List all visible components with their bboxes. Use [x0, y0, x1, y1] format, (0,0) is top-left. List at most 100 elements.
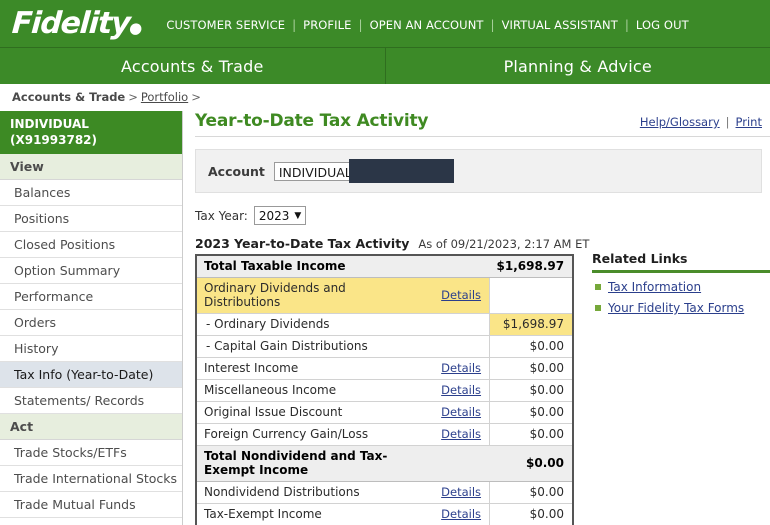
sidebar-item-balances[interactable]: Balances — [0, 180, 182, 207]
content-row: Total Taxable Income $1,698.97 Ordinary … — [195, 251, 770, 525]
sidebar-item-option-summary[interactable]: Option Summary — [0, 258, 182, 285]
as-of-timestamp: As of 09/21/2023, 2:17 AM ET — [418, 237, 590, 251]
logo-registered-mark: ● — [128, 18, 142, 37]
row-details-cell: Details — [428, 379, 490, 402]
account-label: Account — [208, 163, 265, 179]
details-link[interactable]: Details — [441, 485, 481, 499]
row-amount: $0.00 — [489, 379, 573, 402]
table-row: Original Issue Discount Details $0.00 — [196, 401, 573, 424]
details-link[interactable]: Details — [441, 288, 481, 302]
sidebar-item-tax-info-year-to-date[interactable]: Tax Info (Year-to-Date) — [0, 362, 182, 389]
row-label: Foreign Currency Gain/Loss — [196, 423, 429, 446]
main-header: Year-to-Date Tax Activity Help/Glossary |… — [195, 111, 770, 137]
sidebar-account-name: INDIVIDUAL — [10, 117, 89, 131]
row-details-cell — [428, 335, 490, 358]
table-title: 2023 Year-to-Date Tax Activity — [195, 236, 410, 251]
tax-year-select[interactable]: 2023 ▼ — [253, 206, 307, 225]
row-amount: $0.00 — [489, 445, 573, 482]
sidebar-item-orders[interactable]: Orders — [0, 310, 182, 337]
breadcrumb-separator: > — [191, 90, 201, 104]
breadcrumb-link-portfolio[interactable]: Portfolio — [141, 90, 188, 104]
row-amount — [489, 277, 573, 314]
details-link[interactable]: Details — [441, 427, 481, 441]
row-amount: $0.00 — [489, 357, 573, 380]
sidebar-account-number: (X91993782) — [10, 133, 98, 148]
row-details-cell — [428, 313, 490, 336]
table-row: Total Taxable Income $1,698.97 — [196, 255, 573, 278]
related-links-list: Tax Information Your Fidelity Tax Forms — [592, 280, 770, 315]
table-row: - Capital Gain Distributions $0.00 — [196, 335, 573, 358]
row-label: Ordinary Dividends and Distributions — [196, 277, 429, 314]
chevron-down-icon: ▼ — [294, 210, 302, 221]
table-row: - Ordinary Dividends $1,698.97 — [196, 313, 573, 336]
table-row: Ordinary Dividends and Distributions Det… — [196, 277, 573, 314]
row-label: - Ordinary Dividends — [196, 313, 429, 336]
header-link-virtual-assistant[interactable]: VIRTUAL ASSISTANT — [495, 18, 625, 32]
related-links-divider — [592, 270, 770, 273]
row-details-cell: Details — [428, 423, 490, 446]
table-row: Nondividend Distributions Details $0.00 — [196, 481, 573, 504]
header-link-customer-service[interactable]: CUSTOMER SERVICE — [159, 18, 292, 32]
header-link-open-an-account[interactable]: OPEN AN ACCOUNT — [363, 18, 491, 32]
global-header: Fidelity● CUSTOMER SERVICE | PROFILE | O… — [0, 0, 770, 47]
row-label: Total Taxable Income — [196, 255, 429, 278]
fidelity-logo[interactable]: Fidelity● — [10, 5, 142, 41]
sidebar-item-history[interactable]: History — [0, 336, 182, 363]
sidebar-item-positions[interactable]: Positions — [0, 206, 182, 233]
row-details-cell: Details — [428, 401, 490, 424]
table-caption: 2023 Year-to-Date Tax Activity As of 09/… — [195, 236, 770, 251]
list-item: Tax Information — [592, 280, 770, 294]
table-row: Miscellaneous Income Details $0.00 — [196, 379, 573, 402]
nav-tab-planning-and-advice[interactable]: Planning & Advice — [384, 48, 770, 84]
related-link-your-fidelity-tax-forms[interactable]: Your Fidelity Tax Forms — [608, 301, 744, 315]
row-details-cell: Details — [428, 357, 490, 380]
redaction-box — [348, 159, 454, 183]
sidebar-item-performance[interactable]: Performance — [0, 284, 182, 311]
sidebar-item-statements-records[interactable]: Statements/ Records — [0, 388, 182, 415]
row-label: Tax-Exempt Income — [196, 503, 429, 525]
tax-activity-table: Total Taxable Income $1,698.97 Ordinary … — [195, 254, 574, 525]
tax-year-label: Tax Year: — [195, 208, 248, 223]
related-link-tax-information[interactable]: Tax Information — [608, 280, 701, 294]
global-header-links: CUSTOMER SERVICE | PROFILE | OPEN AN ACC… — [159, 18, 695, 32]
details-link[interactable]: Details — [441, 507, 481, 521]
row-label: Interest Income — [196, 357, 429, 380]
nav-tab-accounts-and-trade[interactable]: Accounts & Trade — [0, 48, 385, 84]
row-details-cell: Details — [428, 277, 490, 314]
sidebar-item-trade-options[interactable]: Trade Options — [0, 518, 182, 525]
row-details-cell — [428, 445, 490, 482]
main-content: Year-to-Date Tax Activity Help/Glossary |… — [183, 111, 770, 525]
logo-text: Fidelity — [10, 5, 131, 41]
row-amount: $0.00 — [489, 423, 573, 446]
bullet-square-icon — [595, 284, 601, 290]
details-link[interactable]: Details — [441, 405, 481, 419]
table-row: Total Nondividend and Tax-Exempt Income … — [196, 445, 573, 482]
account-value-field[interactable]: INDIVIDUAL — [273, 161, 357, 181]
tax-year-selected-value: 2023 — [258, 208, 290, 223]
print-link[interactable]: Print — [736, 115, 762, 129]
help-glossary-link[interactable]: Help/Glossary — [640, 115, 720, 129]
breadcrumb-root: Accounts & Trade — [12, 90, 126, 104]
row-details-cell — [428, 255, 490, 278]
header-link-profile[interactable]: PROFILE — [296, 18, 358, 32]
row-label: - Capital Gain Distributions — [196, 335, 429, 358]
table-row: Tax-Exempt Income Details $0.00 — [196, 503, 573, 525]
details-link[interactable]: Details — [441, 383, 481, 397]
tax-activity-table-body: Total Taxable Income $1,698.97 Ordinary … — [196, 255, 573, 525]
row-amount: $0.00 — [489, 481, 573, 504]
row-label: Total Nondividend and Tax-Exempt Income — [196, 445, 429, 482]
sidebar-item-trade-international-stocks[interactable]: Trade International Stocks — [0, 466, 182, 493]
related-links-title: Related Links — [592, 251, 688, 266]
sidebar-item-closed-positions[interactable]: Closed Positions — [0, 232, 182, 259]
row-details-cell: Details — [428, 481, 490, 504]
row-label: Original Issue Discount — [196, 401, 429, 424]
bullet-square-icon — [595, 305, 601, 311]
account-selector-strip: Account INDIVIDUAL — [195, 149, 762, 193]
row-label: Miscellaneous Income — [196, 379, 429, 402]
header-link-log-out[interactable]: LOG OUT — [629, 18, 696, 32]
sidebar-item-trade-mutual-funds[interactable]: Trade Mutual Funds — [0, 492, 182, 519]
breadcrumb: Accounts & Trade > Portfolio > — [0, 84, 770, 111]
sidebar-item-trade-stocks-etfs[interactable]: Trade Stocks/ETFs — [0, 440, 182, 467]
details-link[interactable]: Details — [441, 361, 481, 375]
row-amount: $0.00 — [489, 401, 573, 424]
